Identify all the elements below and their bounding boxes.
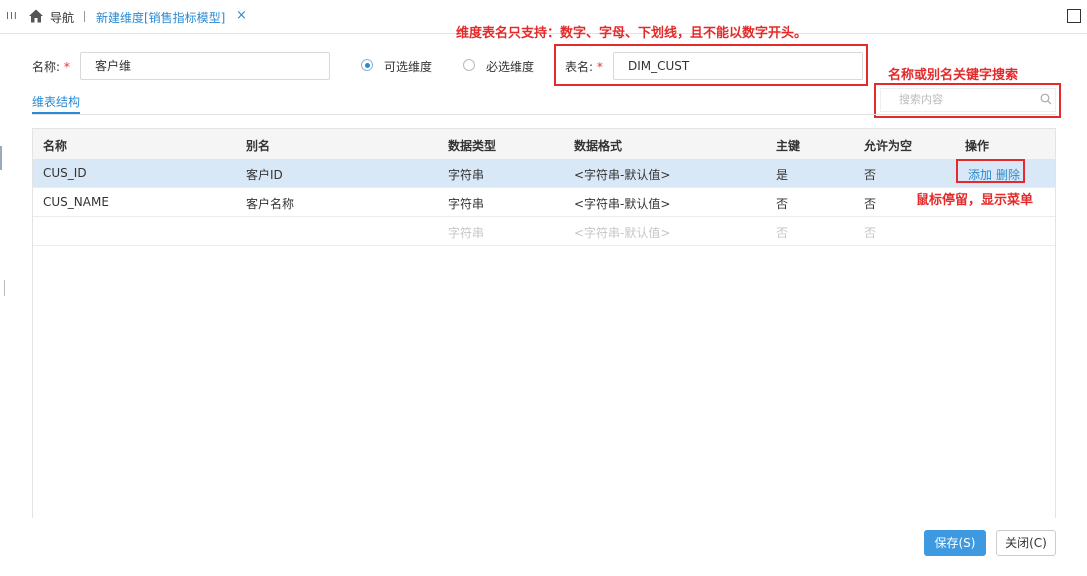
radio-optional-dimension[interactable] <box>361 59 373 71</box>
name-input[interactable]: 客户维 <box>80 52 330 80</box>
close-icon[interactable]: × <box>236 8 247 23</box>
menu-icon[interactable]: III <box>6 11 18 22</box>
col-primary-key: 主键 <box>776 139 801 153</box>
annotation-table-name-rule: 维度表名只支持：数字、字母、下划线，且不能以数字开头。 <box>456 26 808 41</box>
cell-alias: 客户ID <box>246 168 283 182</box>
cell-format: <字符串-默认值> <box>574 226 671 240</box>
cell-name: CUS_NAME <box>43 195 109 209</box>
cell-alias: 客户名称 <box>246 197 295 211</box>
table-row[interactable]: CUS_ID 客户ID 字符串 <字符串-默认值> 是 否 添加 删除 <box>33 159 1055 188</box>
cell-primary-key: 否 <box>776 197 789 211</box>
col-format: 数据格式 <box>574 139 623 153</box>
table-name-label: 表名: * <box>565 60 603 74</box>
cell-nullable: 否 <box>864 226 877 240</box>
table-header: 名称 别名 数据类型 数据格式 主键 允许为空 操作 <box>33 129 1055 159</box>
col-name: 名称 <box>43 139 68 153</box>
cell-type: 字符串 <box>448 168 485 182</box>
separator <box>84 11 85 22</box>
annotation-search-hint: 名称或别名关键字搜索 <box>888 68 1019 83</box>
annotation-box-actions <box>956 159 1025 183</box>
cell-name: CUS_ID <box>43 166 87 180</box>
cell-nullable: 否 <box>864 168 877 182</box>
annotation-hover-hint: 鼠标停留，显示菜单 <box>916 193 1034 208</box>
nav-link[interactable]: 导航 <box>50 9 74 26</box>
name-label: 名称: * <box>32 60 70 74</box>
table-name-input[interactable]: DIM_CUST <box>613 52 863 80</box>
tab-new-dimension[interactable]: 新建维度[销售指标模型] <box>96 9 225 26</box>
radio-required-label: 必选维度 <box>486 60 535 74</box>
col-alias: 别名 <box>246 139 271 153</box>
tab-dimension-structure[interactable]: 维表结构 <box>32 93 80 110</box>
cell-nullable: 否 <box>864 197 877 211</box>
save-button[interactable]: 保存(S) <box>924 530 986 556</box>
left-edge-marker <box>4 280 5 296</box>
radio-required-dimension[interactable] <box>463 59 475 71</box>
col-nullable: 允许为空 <box>864 139 913 153</box>
cell-type: 字符串 <box>448 226 485 240</box>
cell-format: <字符串-默认值> <box>574 197 671 211</box>
search-input[interactable]: 搜索内容 <box>880 88 1056 112</box>
cell-primary-key: 是 <box>776 168 789 182</box>
left-edge-handle[interactable] <box>0 146 2 170</box>
close-button[interactable]: 关闭(C) <box>996 530 1056 556</box>
cell-primary-key: 否 <box>776 226 789 240</box>
dimension-table: 名称 别名 数据类型 数据格式 主键 允许为空 操作 CUS_ID 客户ID 字… <box>32 128 1056 518</box>
search-icon[interactable] <box>1040 93 1052 105</box>
radio-optional-label: 可选维度 <box>384 60 433 74</box>
home-icon[interactable] <box>28 8 44 24</box>
cell-type: 字符串 <box>448 197 485 211</box>
table-row-placeholder[interactable]: 字符串 <字符串-默认值> 否 否 <box>33 217 1055 246</box>
table-row[interactable]: CUS_NAME 客户名称 字符串 <字符串-默认值> 否 否 <box>33 188 1055 217</box>
col-type: 数据类型 <box>448 139 497 153</box>
tab-divider <box>32 114 1056 115</box>
maximize-icon[interactable] <box>1067 9 1081 23</box>
col-actions: 操作 <box>965 139 990 153</box>
cell-format: <字符串-默认值> <box>574 168 671 182</box>
